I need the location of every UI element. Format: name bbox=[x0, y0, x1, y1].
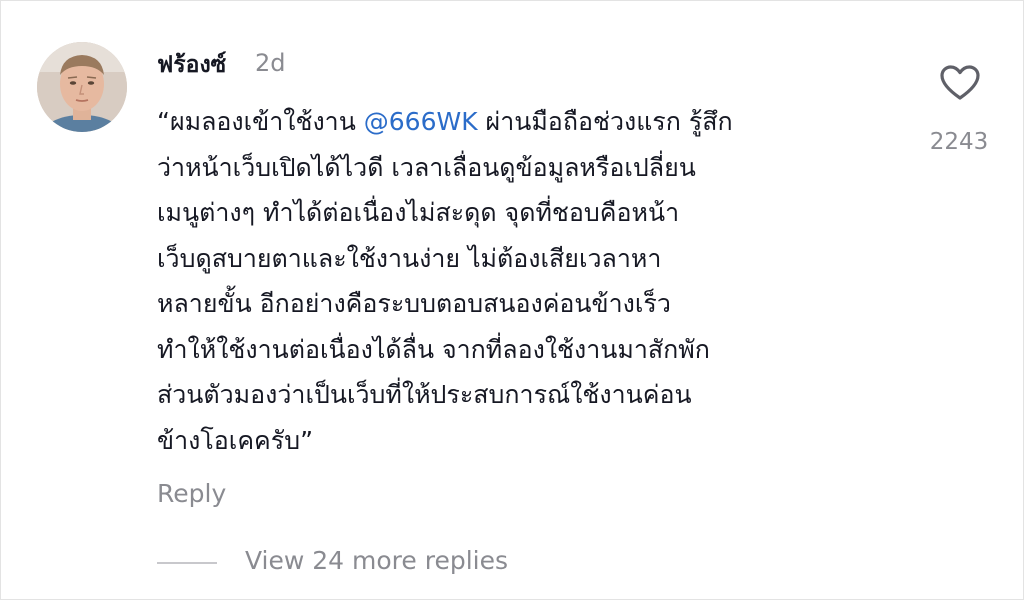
mention-link[interactable]: @666WK bbox=[364, 107, 478, 136]
user-avatar[interactable] bbox=[37, 42, 127, 132]
comment-line-1: “ผมลองเข้าใช้งาน @666WK ผ่านมือถือช่วงแร… bbox=[157, 99, 887, 145]
comment-text-suffix: ผ่านมือถือช่วงแรก รู้สึก bbox=[477, 107, 733, 136]
comment-timestamp: 2d bbox=[255, 49, 286, 77]
comment-text-prefix: “ผมลองเข้าใช้งาน bbox=[157, 107, 364, 136]
comment-author[interactable]: ฟร้องซ์ bbox=[157, 47, 226, 83]
comment-line: ทำให้ใช้งานต่อเนื่องได้ลื่น จากที่ลองใช้… bbox=[157, 334, 710, 364]
comment-card: ฟร้องซ์ 2d “ผมลองเข้าใช้งาน @666WK ผ่านม… bbox=[0, 0, 1024, 600]
comment-text: “ผมลองเข้าใช้งาน @666WK ผ่านมือถือช่วงแร… bbox=[157, 99, 887, 463]
heart-outline-icon[interactable] bbox=[939, 63, 981, 103]
view-more-replies-button[interactable]: View 24 more replies bbox=[245, 546, 508, 575]
comment-line: ข้างโอเคครับ” bbox=[157, 425, 314, 455]
comment-line: หลายขั้น อีกอย่างคือระบบตอบสนองค่อนข้างเ… bbox=[157, 289, 671, 318]
reply-button[interactable]: Reply bbox=[157, 479, 226, 508]
replies-divider bbox=[157, 562, 217, 564]
like-count: 2243 bbox=[929, 129, 989, 155]
avatar-image bbox=[37, 42, 127, 132]
comment-line: ว่าหน้าเว็บเปิดได้ไวดี เวลาเลื่อนดูข้อมู… bbox=[157, 152, 696, 182]
comment-line: ส่วนตัวมองว่าเป็นเว็บที่ให้ประสบการณ์ใช้… bbox=[157, 380, 692, 409]
comment-line: เมนูต่างๆ ทำได้ต่อเนื่องไม่สะดุด จุดที่ช… bbox=[157, 198, 680, 227]
comment-line: เว็บดูสบายตาและใช้งานง่าย ไม่ต้องเสียเวล… bbox=[157, 243, 662, 273]
